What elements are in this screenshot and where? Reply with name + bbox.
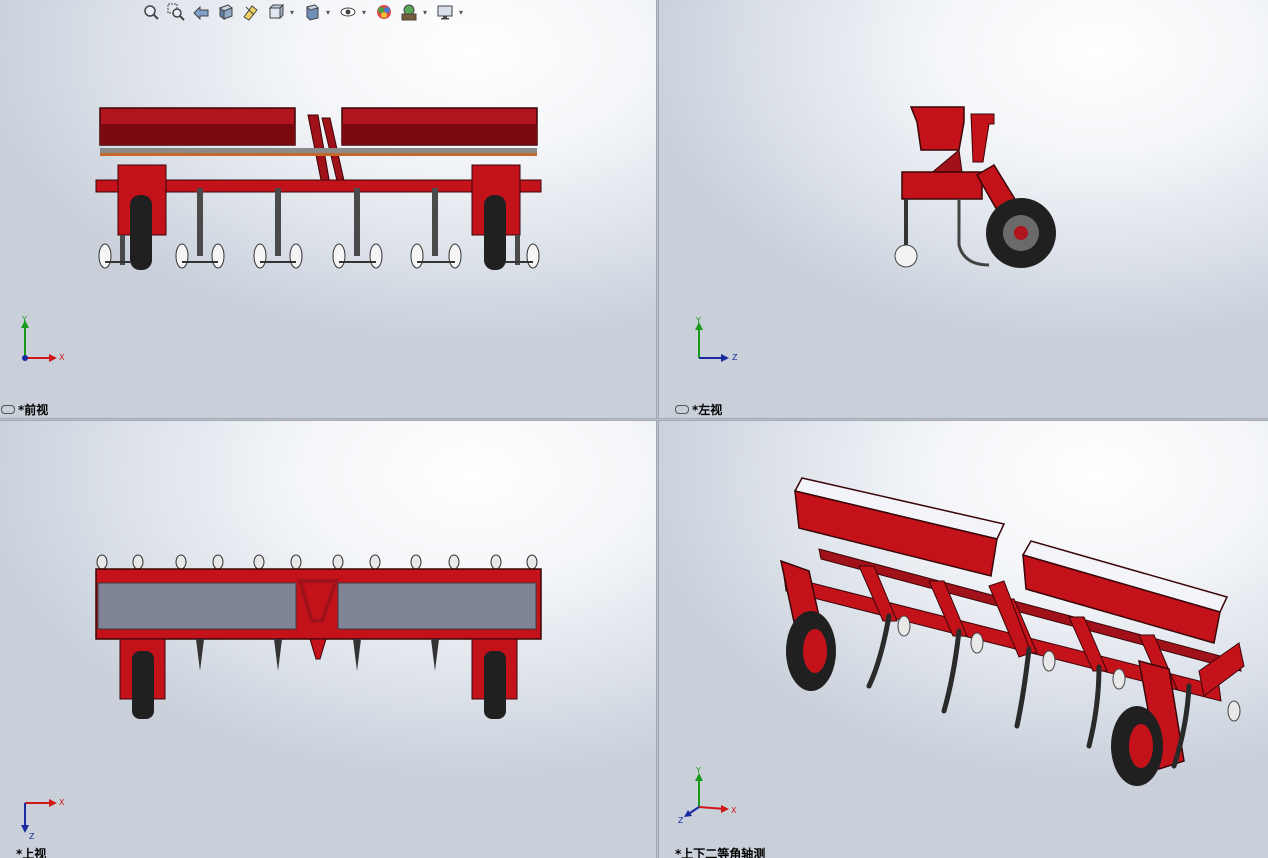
top-view-model[interactable]: [0, 421, 656, 858]
section-view-icon[interactable]: [215, 1, 237, 23]
chevron-down-icon[interactable]: ▾: [290, 8, 298, 17]
axis-x-label: X: [731, 806, 737, 815]
view-settings-icon[interactable]: [434, 1, 456, 23]
chevron-down-icon[interactable]: ▾: [459, 8, 467, 17]
view-orientation-icon[interactable]: [265, 1, 287, 23]
axis-z-label: Z: [29, 832, 35, 841]
viewport-splitter-vertical[interactable]: [656, 0, 659, 858]
zoom-to-fit-icon[interactable]: [140, 1, 162, 23]
left-view-model[interactable]: [659, 0, 1268, 418]
viewport-iso[interactable]: Y X Z *上下二等角轴测: [659, 421, 1268, 858]
viewport-label-iso: *上下二等角轴测: [675, 847, 766, 858]
axis-triad: Y Z: [695, 316, 738, 362]
axis-y-label: Y: [695, 316, 701, 325]
axis-y-label: Y: [21, 316, 27, 324]
front-view-model[interactable]: [0, 0, 656, 418]
viewport-top[interactable]: X Z *上视: [0, 421, 656, 858]
viewport-front[interactable]: Y X *前视: [0, 0, 656, 418]
viewport-label-front: *前视: [1, 401, 48, 418]
hide-show-items-icon[interactable]: [337, 1, 359, 23]
display-style-icon[interactable]: [301, 1, 323, 23]
axis-z-label: Z: [732, 353, 738, 362]
apply-scene-icon[interactable]: [398, 1, 420, 23]
edit-appearance-icon[interactable]: [373, 1, 395, 23]
axis-z-label: Z: [678, 816, 684, 825]
zoom-to-area-icon[interactable]: [165, 1, 187, 23]
heads-up-view-toolbar: ▾ ▾ ▾ ▾ ▾: [140, 0, 467, 24]
viewport-left[interactable]: Y Z *左视: [659, 0, 1268, 418]
link-views-icon: [675, 405, 689, 414]
previous-view-icon[interactable]: [190, 1, 212, 23]
dynamic-annotation-icon[interactable]: [240, 1, 262, 23]
chevron-down-icon[interactable]: ▾: [423, 8, 431, 17]
chevron-down-icon[interactable]: ▾: [362, 8, 370, 17]
viewport-label-left: *左视: [675, 401, 722, 418]
axis-y-label: Y: [695, 766, 701, 775]
viewport-label-top: *上视: [16, 847, 47, 858]
axis-triad: Y X Z: [678, 766, 737, 825]
axis-x-label: X: [59, 353, 65, 362]
chevron-down-icon[interactable]: ▾: [326, 8, 334, 17]
axis-x-label: X: [59, 798, 65, 807]
viewport-splitter-horizontal[interactable]: [0, 418, 1268, 421]
iso-view-model[interactable]: [659, 421, 1268, 858]
axis-triad: X Z: [21, 798, 65, 841]
link-views-icon: [1, 405, 15, 414]
axis-triad: Y X: [21, 316, 65, 362]
